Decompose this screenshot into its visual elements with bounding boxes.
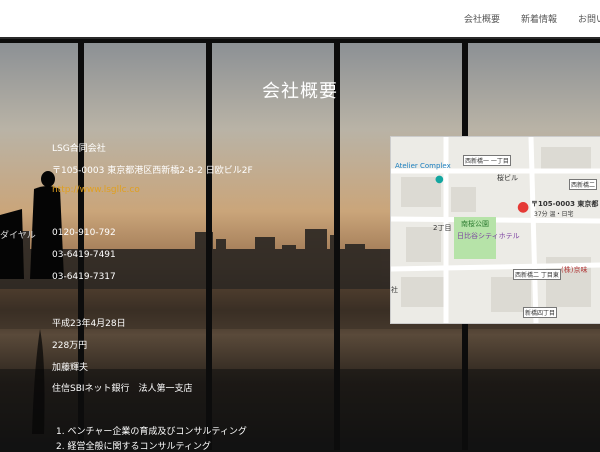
map-poi-atelier: Atelier Complex: [395, 162, 451, 170]
company-url-link[interactable]: http://www.lsgllc.co: [52, 185, 140, 195]
phone-tel: 03-6419-7491: [52, 250, 116, 260]
business-item-2: 2. 経営全般に関するコンサルティング: [56, 442, 211, 452]
nav-item-news[interactable]: 新着情報: [521, 12, 557, 25]
top-nav-bar: 会社概要 新着情報 お問い: [0, 0, 600, 39]
bank: 住信SBIネット銀行 法人第一支店: [52, 384, 193, 394]
company-name: LSG合同会社: [52, 144, 106, 154]
map-pin-label: 〒105-0003 東京都: [531, 200, 599, 208]
map-hotel-label: 日比谷シティホテル: [457, 232, 520, 240]
map-pin-icon: ●: [517, 199, 530, 215]
capital: 228万円: [52, 341, 88, 351]
map-pin-sub: 37分 温・日宅: [534, 211, 574, 218]
map-poi-nishishinbashi1: 西新橋一 一丁目: [463, 155, 511, 166]
map-poi-sakura: 桜ビル: [497, 174, 518, 182]
founded-date: 平成23年4月28日: [52, 319, 126, 329]
page-title: 会社概要: [262, 81, 338, 102]
embedded-map[interactable]: Atelier Complex ● 西新橋一 一丁目 桜ビル 西新橋二 ● 〒1…: [390, 136, 600, 324]
map-poi-shinbashi4: 新橋四丁目: [523, 307, 558, 318]
representative: 加藤輝夫: [52, 363, 89, 373]
map-poi-kyomi: (株)京味: [561, 266, 588, 274]
map-poi-nishishinbashi2-east: 西新橋二 丁目東: [513, 269, 561, 280]
row-label-partial: ダイヤル: [0, 231, 36, 241]
map-park-label: 南桜公園: [461, 220, 489, 228]
map-marker-icon: ●: [435, 174, 444, 185]
phone-freedial: 0120-910-792: [52, 228, 116, 238]
phone-fax: 03-6419-7317: [52, 272, 116, 282]
nav-item-company[interactable]: 会社概要: [464, 12, 500, 25]
map-poi-nishishinbashi2: 西新橋二: [569, 179, 598, 190]
company-address: 〒105-0003 東京都港区西新橋2-8-2 日欧ビル2F: [52, 166, 253, 176]
map-area-label: 2丁目: [433, 224, 452, 232]
map-edge-label: 社: [391, 286, 398, 294]
main-nav: 会社概要 新着情報 お問い: [0, 12, 600, 26]
business-item-1: 1. ベンチャー企業の育成及びコンサルティング: [56, 427, 247, 437]
nav-item-contact[interactable]: お問い: [578, 12, 600, 25]
